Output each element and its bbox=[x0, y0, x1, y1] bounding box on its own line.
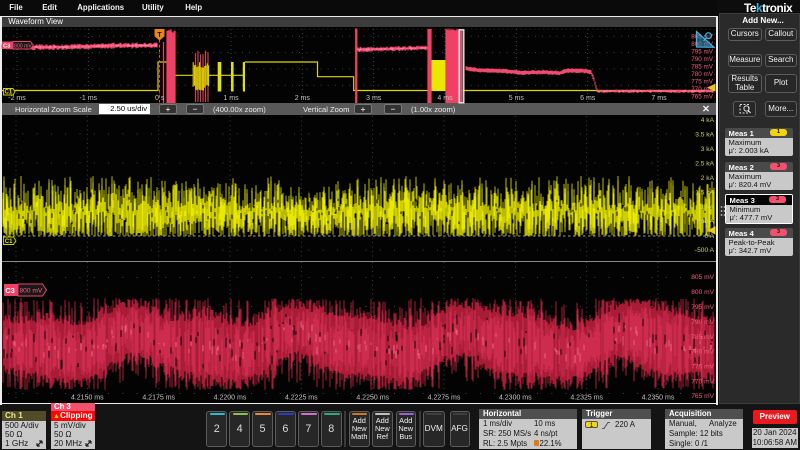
svg-text:780 mV: 780 mV bbox=[691, 349, 714, 356]
svg-text:770 mV: 770 mV bbox=[691, 378, 714, 385]
svg-text:765 mV: 765 mV bbox=[691, 94, 714, 101]
svg-text:-500 A: -500 A bbox=[695, 247, 715, 254]
svg-text:1 ms: 1 ms bbox=[223, 95, 239, 102]
svg-text:-2 ms: -2 ms bbox=[8, 95, 26, 102]
svg-text:4.2250 ms: 4.2250 ms bbox=[356, 395, 389, 402]
svg-text:800 mV: 800 mV bbox=[20, 288, 43, 295]
svg-text:4.2325 ms: 4.2325 ms bbox=[570, 395, 603, 402]
svg-text:800 mV: 800 mV bbox=[691, 289, 714, 296]
svg-text:7 ms: 7 ms bbox=[651, 95, 667, 102]
svg-text:C3: C3 bbox=[5, 286, 15, 295]
svg-text:C3: C3 bbox=[3, 44, 11, 50]
svg-text:500 A: 500 A bbox=[697, 218, 714, 225]
svg-text:1 kA: 1 kA bbox=[701, 204, 715, 211]
svg-text:775 mV: 775 mV bbox=[691, 79, 714, 86]
svg-text:5 ms: 5 ms bbox=[509, 95, 525, 102]
svg-text:795 mV: 795 mV bbox=[691, 49, 714, 56]
svg-text:800 mV: 800 mV bbox=[14, 43, 32, 49]
svg-text:785 mV: 785 mV bbox=[691, 64, 714, 71]
svg-text:4.2225 ms: 4.2225 ms bbox=[285, 395, 318, 402]
svg-text:2.5 kA: 2.5 kA bbox=[695, 161, 714, 168]
svg-text:805 mV: 805 mV bbox=[691, 274, 714, 281]
svg-text:4 kA: 4 kA bbox=[701, 117, 715, 124]
svg-text:4.2300 ms: 4.2300 ms bbox=[499, 395, 532, 402]
svg-text:3 kA: 3 kA bbox=[701, 146, 715, 153]
svg-text:785 mV: 785 mV bbox=[691, 334, 714, 341]
svg-text:4.2150 ms: 4.2150 ms bbox=[71, 395, 104, 402]
svg-text:3.5 kA: 3.5 kA bbox=[695, 132, 714, 139]
svg-text:1.5 kA: 1.5 kA bbox=[695, 189, 714, 196]
svg-text:4.2200 ms: 4.2200 ms bbox=[214, 395, 247, 402]
svg-text:0 s: 0 s bbox=[155, 95, 165, 102]
svg-text:780 mV: 780 mV bbox=[691, 71, 714, 78]
svg-text:775 mV: 775 mV bbox=[691, 364, 714, 371]
svg-text:C1: C1 bbox=[5, 239, 13, 245]
svg-text:3 ms: 3 ms bbox=[366, 95, 382, 102]
svg-text:790 mV: 790 mV bbox=[691, 56, 714, 63]
svg-text:T: T bbox=[157, 32, 162, 39]
svg-text:-1 ms: -1 ms bbox=[80, 95, 98, 102]
svg-text:4.2275 ms: 4.2275 ms bbox=[428, 395, 461, 402]
svg-text:C1: C1 bbox=[5, 90, 13, 96]
svg-text:4.2175 ms: 4.2175 ms bbox=[142, 395, 175, 402]
svg-text:6 ms: 6 ms bbox=[580, 95, 596, 102]
svg-text:2 ms: 2 ms bbox=[295, 95, 311, 102]
svg-text:0 A: 0 A bbox=[704, 233, 714, 240]
svg-text:4 ms: 4 ms bbox=[437, 95, 453, 102]
svg-text:2 kA: 2 kA bbox=[701, 175, 715, 182]
svg-text:795 mV: 795 mV bbox=[691, 304, 714, 311]
svg-text:790 mV: 790 mV bbox=[691, 319, 714, 326]
svg-text:765 mV: 765 mV bbox=[691, 393, 714, 400]
svg-text:4.2350 ms: 4.2350 ms bbox=[642, 395, 675, 402]
